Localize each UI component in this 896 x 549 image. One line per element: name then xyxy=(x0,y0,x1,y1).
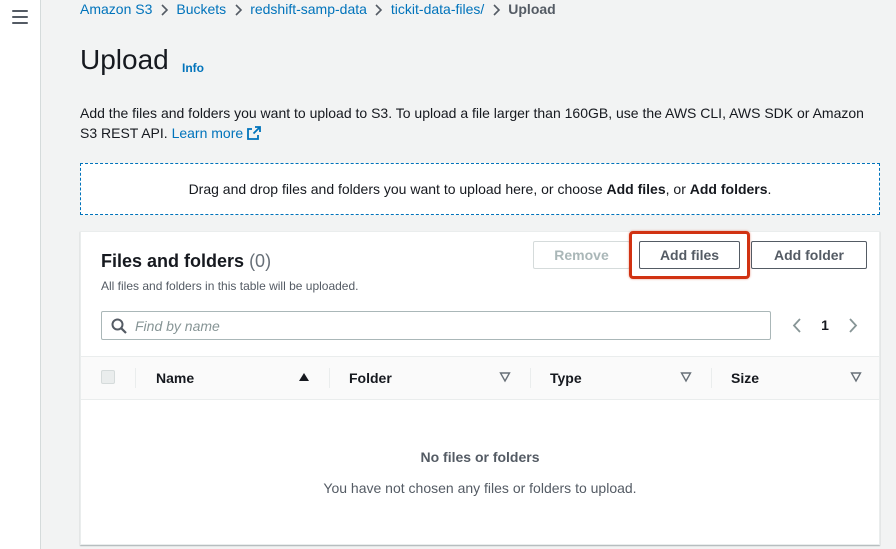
sort-descending-icon[interactable] xyxy=(680,371,692,383)
empty-state-title: No files or folders xyxy=(420,449,540,465)
file-count: (0) xyxy=(249,251,272,271)
dropzone-suffix: . xyxy=(767,181,772,197)
search-box xyxy=(101,311,771,340)
left-navigation xyxy=(0,0,41,549)
column-divider xyxy=(530,368,531,388)
breadcrumb-current: Upload xyxy=(508,1,556,17)
files-and-folders-panel: Files and folders (0) All files and fold… xyxy=(80,231,880,545)
search-input[interactable] xyxy=(135,315,755,336)
empty-state-subtitle: You have not chosen any files or folders… xyxy=(323,480,637,496)
page-description: Add the files and folders you want to up… xyxy=(80,103,880,143)
learn-more-label: Learn more xyxy=(171,125,244,141)
chevron-right-icon[interactable] xyxy=(843,313,863,337)
main-content: Amazon S3 Buckets redshift-samp-data tic… xyxy=(41,0,896,549)
panel-title-text: Files and folders xyxy=(101,251,245,271)
select-all-checkbox[interactable] xyxy=(101,370,115,384)
chevron-right-icon xyxy=(152,1,176,17)
breadcrumb-buckets[interactable]: Buckets xyxy=(176,1,226,17)
dropzone-prefix: Drag and drop files and folders you want… xyxy=(188,181,603,197)
add-folder-button[interactable]: Add folder xyxy=(751,241,867,269)
chevron-left-icon[interactable] xyxy=(787,313,807,337)
column-divider xyxy=(135,368,136,388)
learn-more-link[interactable]: Learn more xyxy=(172,125,262,141)
remove-button[interactable]: Remove xyxy=(533,241,630,269)
column-header-folder[interactable]: Folder xyxy=(349,357,392,399)
column-header-type[interactable]: Type xyxy=(550,357,582,399)
panel-subtitle: All files and folders in this table will… xyxy=(101,279,359,293)
chevron-right-icon xyxy=(484,1,508,17)
dropzone-add-folders: Add folders xyxy=(689,181,768,197)
chevron-right-icon xyxy=(367,1,391,17)
breadcrumb-folder[interactable]: tickit-data-files/ xyxy=(391,1,484,17)
column-header-size[interactable]: Size xyxy=(731,357,759,399)
sort-descending-icon[interactable] xyxy=(499,371,511,383)
table-header: Name Folder Type Size xyxy=(81,356,879,400)
column-divider xyxy=(329,368,330,388)
panel-title: Files and folders (0) xyxy=(101,251,271,272)
breadcrumb: Amazon S3 Buckets redshift-samp-data tic… xyxy=(80,0,556,18)
upload-dropzone[interactable]: Drag and drop files and folders you want… xyxy=(80,163,880,215)
pagination: 1 xyxy=(787,312,863,338)
column-divider xyxy=(711,368,712,388)
external-link-icon xyxy=(247,126,262,140)
page-number[interactable]: 1 xyxy=(807,317,843,333)
chevron-right-icon xyxy=(226,1,250,17)
menu-icon[interactable] xyxy=(12,10,28,24)
dropzone-add-files: Add files xyxy=(606,181,666,197)
add-files-button[interactable]: Add files xyxy=(639,241,740,269)
info-link[interactable]: Info xyxy=(182,61,204,75)
sort-ascending-icon[interactable] xyxy=(298,371,310,383)
column-header-name[interactable]: Name xyxy=(156,357,194,399)
breadcrumb-amazon-s3[interactable]: Amazon S3 xyxy=(80,1,152,17)
sort-descending-icon[interactable] xyxy=(850,371,862,383)
breadcrumb-bucket[interactable]: redshift-samp-data xyxy=(250,1,367,17)
dropzone-separator: , or xyxy=(665,181,686,197)
page-title: Upload xyxy=(80,44,169,75)
search-icon xyxy=(111,318,127,334)
dropzone-text: Drag and drop files and folders you want… xyxy=(189,181,772,197)
